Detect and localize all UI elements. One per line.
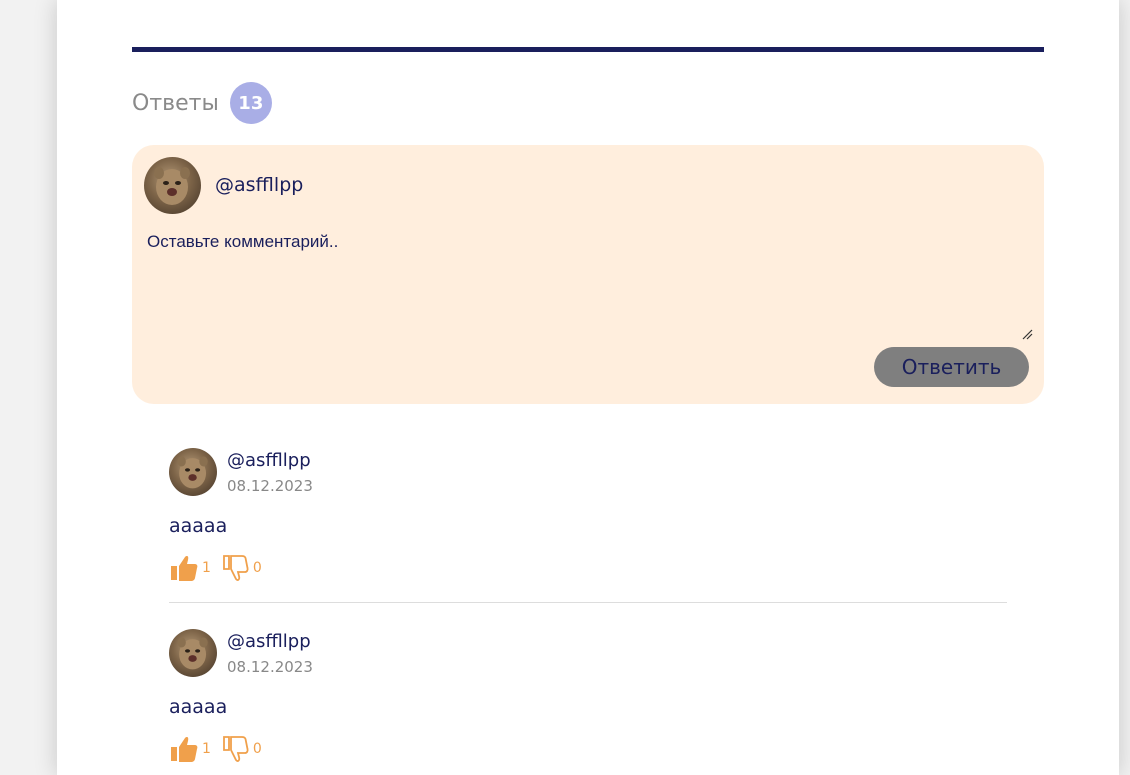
dislike-count: 0 [252,560,262,576]
reactions: 1 0 [169,553,262,583]
answers-count-badge: 13 [229,82,272,124]
like-button[interactable]: 1 [169,735,211,763]
comment-composer: @asffllpp Ответить [132,145,1044,404]
comment-author[interactable]: @asffllpp [227,631,311,652]
composer-username: @asffllpp [215,174,304,196]
like-count: 1 [202,741,211,757]
comment-author[interactable]: @asffllpp [227,450,311,471]
comment-item: @asffllpp 08.12.2023 aaaaa 1 0 [169,448,1007,608]
dislike-button[interactable]: 0 [222,735,262,763]
thumbs-down-icon [223,736,249,762]
avatar-image [177,456,208,489]
dislike-count: 0 [252,741,262,757]
like-button[interactable]: 1 [169,554,211,582]
resize-handle-icon[interactable] [1021,328,1033,340]
avatar [144,157,201,214]
comment-text: aaaaa [169,515,228,537]
thumbs-up-icon [171,556,198,581]
comment-separator [169,602,1007,603]
section-divider [132,47,1044,52]
reactions: 1 0 [169,734,262,764]
page-card: Ответы 13 @asffllpp Ответить [57,0,1119,775]
comment-item: @asffllpp 08.12.2023 aaaaa 1 0 [169,629,1007,775]
avatar-image [177,637,208,670]
avatar[interactable] [169,629,217,677]
avatar-image [154,167,190,205]
thumbs-up-icon [171,737,198,762]
like-count: 1 [202,560,211,576]
avatar[interactable] [169,448,217,496]
thumbs-down-icon [223,555,249,581]
comment-date: 08.12.2023 [227,658,313,676]
answers-header: Ответы 13 [132,82,272,124]
dislike-button[interactable]: 0 [222,554,262,582]
comment-input[interactable] [144,229,1038,345]
reply-button[interactable]: Ответить [874,347,1029,387]
comment-text: aaaaa [169,696,228,718]
answers-title: Ответы [132,90,219,116]
comment-date: 08.12.2023 [227,477,313,495]
